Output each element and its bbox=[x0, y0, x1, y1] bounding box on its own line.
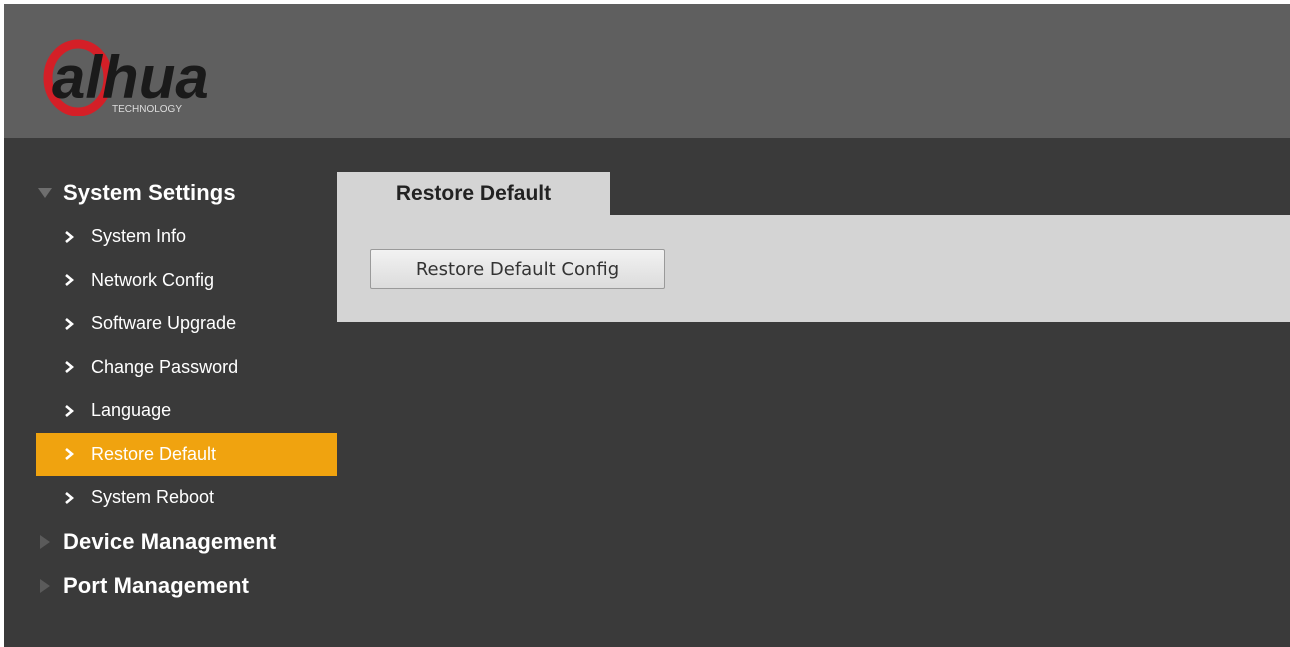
sidebar-group-label: System Settings bbox=[63, 180, 236, 205]
sidebar-item-network-config[interactable]: Network Config bbox=[4, 259, 337, 303]
tab-restore-default[interactable]: Restore Default bbox=[337, 172, 610, 215]
triangle-right-icon bbox=[37, 534, 53, 550]
app-frame: alhua TECHNOLOGY System Settings System … bbox=[4, 4, 1290, 647]
chevron-right-icon bbox=[64, 490, 78, 506]
sidebar-item-label: Change Password bbox=[91, 356, 239, 377]
sidebar-item-system-reboot[interactable]: System Reboot bbox=[4, 476, 337, 520]
sidebar-item-label: Language bbox=[91, 400, 172, 421]
sidebar-group-label: Port Management bbox=[63, 572, 250, 598]
sidebar-item-restore-default[interactable]: Restore Default bbox=[36, 432, 337, 476]
chevron-right-icon bbox=[64, 403, 78, 419]
triangle-right-icon bbox=[37, 578, 53, 594]
sidebar-group-device-management[interactable]: Device Management bbox=[4, 520, 337, 564]
sidebar-group-system-settings[interactable]: System Settings bbox=[4, 171, 337, 215]
sidebar-item-label: System Reboot bbox=[91, 487, 215, 508]
sidebar-item-label: System Info bbox=[91, 226, 187, 247]
chevron-right-icon bbox=[64, 446, 78, 462]
sidebar-group-label: Device Management bbox=[63, 528, 277, 554]
sidebar-item-software-upgrade[interactable]: Software Upgrade bbox=[4, 302, 337, 346]
chevron-right-icon bbox=[64, 316, 78, 332]
sidebar-item-language[interactable]: Language bbox=[4, 389, 337, 433]
triangle-down-icon bbox=[37, 185, 53, 201]
header-bar: alhua TECHNOLOGY bbox=[4, 4, 1290, 138]
sidebar-item-label: Software Upgrade bbox=[91, 313, 237, 334]
svg-text:alhua: alhua bbox=[52, 44, 209, 111]
sidebar-item-system-info[interactable]: System Info bbox=[4, 215, 337, 259]
sidebar: System Settings System Info Network Conf… bbox=[4, 171, 337, 608]
sidebar-item-change-password[interactable]: Change Password bbox=[4, 346, 337, 390]
sidebar-group-port-management[interactable]: Port Management bbox=[4, 564, 337, 608]
svg-text:TECHNOLOGY: TECHNOLOGY bbox=[112, 104, 182, 115]
chevron-right-icon bbox=[64, 229, 78, 245]
content-panel: Restore Default Config bbox=[337, 215, 1290, 322]
chevron-right-icon bbox=[64, 359, 78, 375]
restore-default-config-button[interactable]: Restore Default Config bbox=[370, 249, 665, 289]
chevron-right-icon bbox=[64, 272, 78, 288]
sidebar-item-label: Restore Default bbox=[91, 443, 217, 464]
sidebar-item-label: Network Config bbox=[91, 269, 215, 290]
tab-label: Restore Default bbox=[395, 181, 552, 205]
dahua-logo: alhua TECHNOLOGY bbox=[43, 39, 209, 116]
